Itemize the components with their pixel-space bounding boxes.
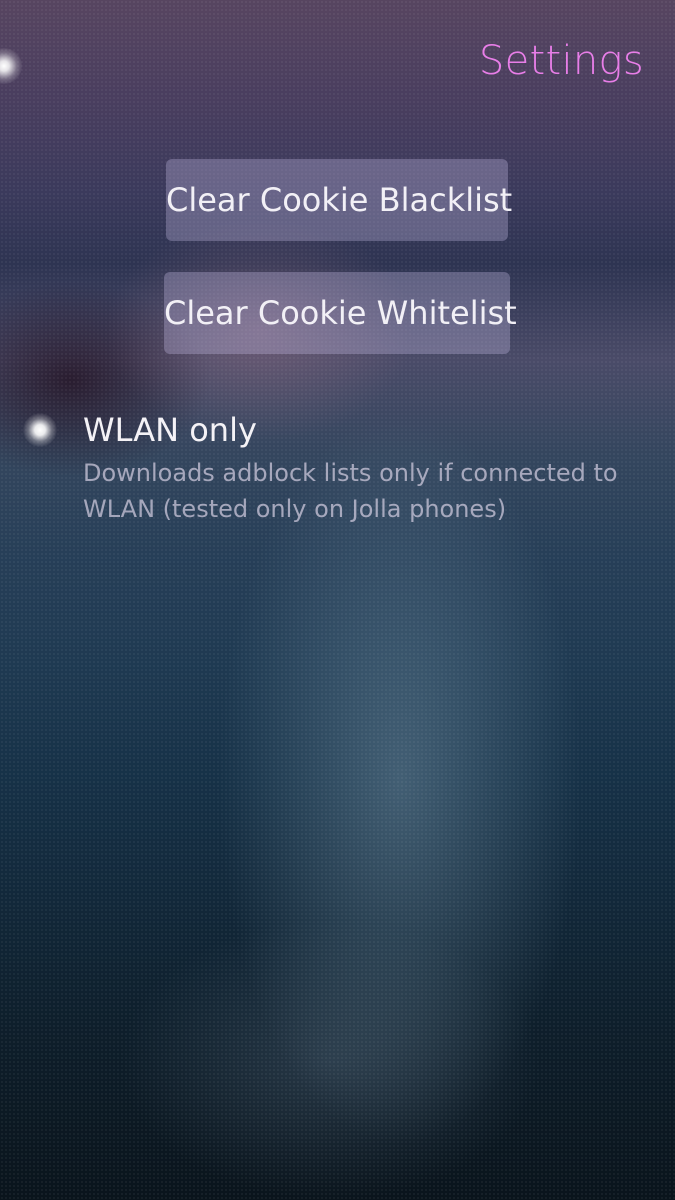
switch-indicator-icon[interactable] [23,413,57,447]
switch-description: Downloads adblock lists only if connecte… [83,459,618,523]
wlan-only-switch[interactable]: WLAN only Downloads adblock lists only i… [0,395,675,535]
clear-cookie-blacklist-button[interactable]: Clear Cookie Blacklist [166,159,512,241]
page-title: Settings [478,38,644,84]
clear-cookie-whitelist-button[interactable]: Clear Cookie Whitelist [164,272,517,354]
switch-label: WLAN only [83,411,257,449]
